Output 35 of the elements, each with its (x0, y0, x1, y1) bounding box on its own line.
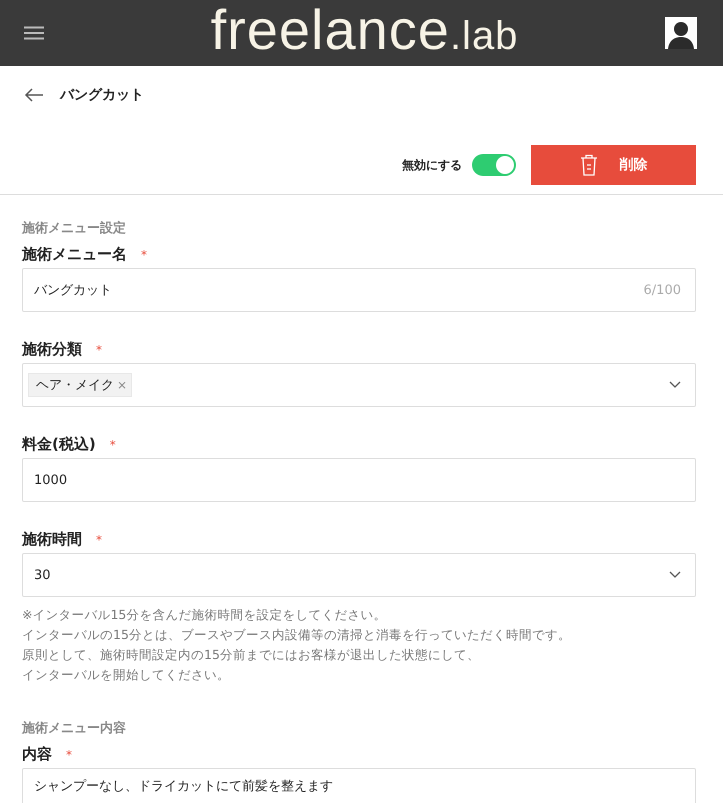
menu-icon[interactable] (24, 26, 44, 40)
back-arrow-icon[interactable] (24, 88, 44, 102)
tag-chip[interactable]: ヘア・メイク × (28, 373, 132, 397)
character-counter: 6/100 (644, 282, 681, 298)
required-mark: * (96, 342, 102, 356)
field-label: 施術分類 (22, 340, 82, 359)
chevron-down-icon[interactable] (669, 381, 681, 389)
text-field[interactable]: 1000 (22, 458, 696, 502)
note-text: 原則として、施術時間設定内の15分前までにはお客様が退出した状態にして、 (22, 646, 481, 664)
toggle-label: 無効にする (402, 156, 462, 174)
field-label: 内容 (22, 745, 52, 764)
section-title: 施術メニュー設定 (22, 220, 127, 237)
page-title: バングカット (60, 86, 144, 104)
field-label: 施術メニュー名 (22, 245, 127, 264)
toggle-switch[interactable] (472, 154, 516, 176)
field-label: 施術時間 (22, 530, 82, 549)
required-mark: * (96, 532, 102, 546)
trash-icon[interactable] (580, 154, 598, 176)
select-field[interactable]: ヘア・メイク × (22, 363, 696, 407)
avatar-icon[interactable] (665, 17, 697, 49)
chevron-down-icon[interactable] (669, 571, 681, 579)
tag-label: ヘア・メイク (36, 377, 114, 394)
note-text: インターバルの15分とは、ブースやブース内設備等の清掃と消毒を行っていただく時間です。 (22, 626, 572, 644)
delete-button[interactable]: 削除 (531, 145, 696, 185)
text-field[interactable]: バングカット 6/100 (22, 268, 696, 312)
text-area[interactable]: シャンプーなし、ドライカットにて前髪を整えます (22, 768, 696, 803)
required-mark: * (66, 748, 72, 762)
required-mark: * (110, 438, 116, 452)
note-text: インターバルを開始してください。 (22, 666, 231, 684)
required-mark: * (141, 248, 147, 262)
field-label: 料金(税込) (22, 435, 96, 454)
select-field[interactable]: 30 (22, 553, 696, 597)
section-title: 施術メニュー内容 (22, 720, 127, 737)
note-text: ※インターバル15分を含んだ施術時間を設定をしてください。 (22, 606, 388, 624)
logo: freelance.lab (210, 0, 518, 63)
